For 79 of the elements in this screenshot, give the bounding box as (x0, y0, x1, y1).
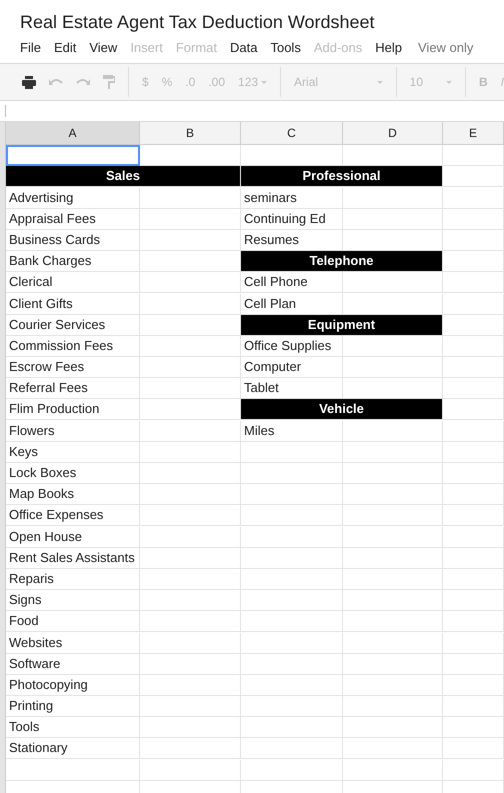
table-cell: Miles (241, 420, 343, 442)
section-header: Professional (241, 166, 443, 188)
empty-cell (443, 696, 504, 718)
column-header[interactable]: B (140, 122, 241, 145)
empty-cell (443, 442, 504, 463)
table-cell: Rent Sales Assistants (6, 548, 140, 569)
document-title: Real Estate Agent Tax Deduction Wordsheet (20, 12, 375, 32)
table-cell: Bank Charges (6, 251, 140, 272)
table-cell: Escrow Fees (6, 357, 140, 378)
menu-item[interactable]: Edit (54, 38, 76, 58)
table-cell: Map Books (6, 484, 140, 506)
table-cell: Open House (6, 526, 140, 548)
table-cell: Reparis (6, 568, 140, 590)
table-cell: Commission Fees (6, 336, 140, 357)
empty-cell (443, 420, 504, 442)
empty-cell (443, 505, 504, 526)
section-header: Vehicle (241, 399, 443, 420)
table-cell: Photocopying (6, 674, 140, 696)
table-cell: Business Cards (6, 230, 140, 251)
table-cell: Tools (6, 717, 140, 738)
section-header: Sales (6, 166, 241, 188)
table-cell: Computer (241, 357, 343, 378)
empty-cell (443, 611, 504, 632)
menu-item[interactable]: Help (375, 38, 402, 58)
column-header[interactable]: C (241, 122, 343, 145)
table-cell: Websites (6, 632, 140, 654)
empty-cell (443, 717, 504, 738)
selected-cell[interactable] (6, 145, 140, 166)
table-cell: Cell Phone (241, 272, 343, 294)
print-icon[interactable] (22, 76, 36, 88)
table-cell: Printing (6, 696, 140, 718)
table-cell: Food (6, 611, 140, 632)
table-cell: Flowers (6, 420, 140, 442)
empty-cell (443, 738, 504, 760)
menu-item[interactable]: View (89, 38, 118, 58)
empty-cell (443, 632, 504, 654)
table-cell: Office Supplies (241, 336, 343, 357)
table-cell: Lock Boxes (6, 463, 140, 484)
table-cell: Flim Production (6, 399, 140, 420)
table-cell: Clerical (6, 272, 140, 294)
empty-cell (443, 145, 504, 166)
menu-item[interactable]: Tools (270, 38, 301, 58)
table-cell: Client Gifts (6, 294, 140, 314)
empty-cell (443, 378, 504, 400)
empty-cell (443, 208, 504, 230)
table-cell: Advertising (6, 188, 140, 209)
empty-cell (443, 357, 504, 378)
table-cell: Courier Services (6, 314, 140, 336)
empty-cell (443, 590, 504, 612)
empty-cell (443, 188, 504, 209)
empty-cell (443, 484, 504, 506)
table-cell: Office Expenses (6, 505, 140, 526)
table-cell: Continuing Ed (241, 208, 343, 230)
empty-cell (443, 463, 504, 484)
column-header[interactable]: D (343, 122, 443, 145)
view-mode-label: View only (418, 39, 474, 58)
table-cell: Referral Fees (6, 378, 140, 400)
empty-cell (443, 336, 504, 357)
table-cell: Software (6, 654, 140, 675)
column-header[interactable]: E (443, 122, 504, 145)
empty-cell (443, 760, 504, 781)
table-cell: Appraisal Fees (6, 208, 140, 230)
table-cell: Signs (6, 590, 140, 612)
table-cell: seminars (241, 188, 343, 209)
menu-item[interactable]: File (20, 38, 41, 58)
empty-cell (443, 654, 504, 675)
empty-cell (443, 568, 504, 590)
section-header: Equipment (241, 314, 443, 336)
empty-cell (443, 526, 504, 548)
table-cell: Keys (6, 442, 140, 463)
empty-cell (443, 548, 504, 569)
table-cell: Stationary (6, 738, 140, 760)
empty-cell (443, 674, 504, 696)
empty-cell (443, 272, 504, 294)
empty-cell (443, 294, 504, 314)
menu-item[interactable]: Data (230, 38, 258, 58)
empty-cell (443, 230, 504, 251)
section-header: Telephone (241, 251, 443, 272)
column-header[interactable]: A (6, 122, 140, 145)
